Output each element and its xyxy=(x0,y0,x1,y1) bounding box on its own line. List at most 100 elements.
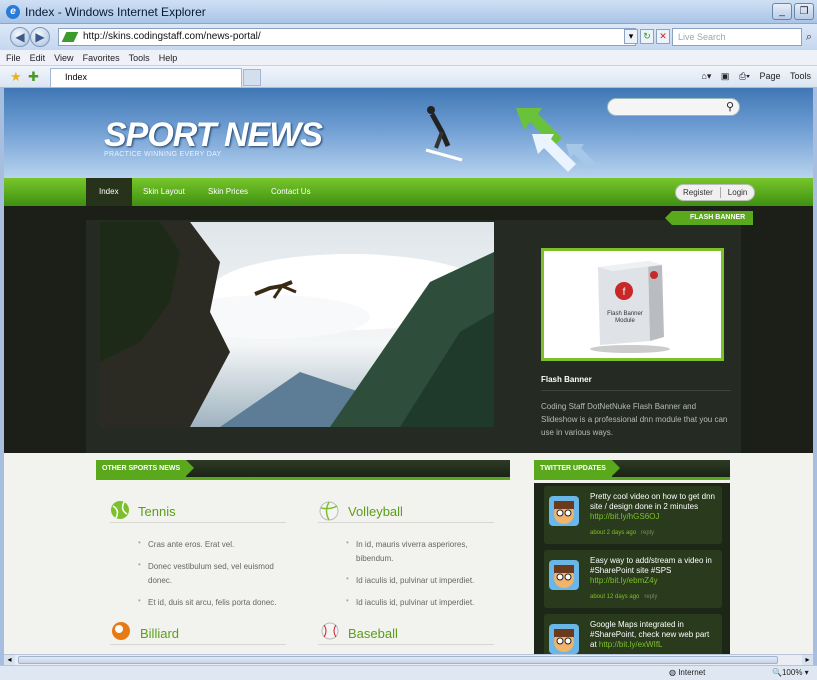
volleyball-icon xyxy=(319,501,339,521)
security-zone[interactable]: ◍ Internet xyxy=(669,668,705,677)
tweet-body: Pretty cool video on how to get dnn site… xyxy=(590,492,715,511)
search-icon[interactable]: ⌕ xyxy=(802,28,816,46)
menu-help[interactable]: Help xyxy=(159,53,178,63)
baseball-icon xyxy=(321,622,339,640)
avatar[interactable] xyxy=(549,560,579,590)
minimize-button[interactable]: _ xyxy=(772,3,792,20)
tweet-link[interactable]: http://bit.ly/exWIfL xyxy=(599,640,663,649)
window-titlebar: e Index - Windows Internet Explorer _ ❐ xyxy=(0,0,817,24)
search-icon[interactable]: ⚲ xyxy=(726,100,734,113)
address-dropdown-button[interactable]: ▾ xyxy=(624,29,638,44)
scroll-left-arrow[interactable]: ◂ xyxy=(4,655,15,665)
site-logo[interactable]: SPORT NEWS xyxy=(104,116,323,155)
tools-menu[interactable]: Tools xyxy=(790,71,811,81)
flash-banner-image[interactable]: f Flash Banner Module xyxy=(541,248,724,361)
divider xyxy=(110,644,286,645)
tweet-item: Easy way to add/stream a video in #Share… xyxy=(544,550,722,608)
category-title[interactable]: Billiard xyxy=(140,626,179,641)
login-link[interactable]: Login xyxy=(721,185,755,200)
menu-view[interactable]: View xyxy=(54,53,73,63)
print-icon[interactable]: ⎙▾ xyxy=(739,71,750,81)
tweet-time[interactable]: about 12 days ago xyxy=(590,594,639,600)
nav-skin-prices[interactable]: Skin Prices xyxy=(195,178,261,206)
back-button[interactable]: ◀ xyxy=(10,27,30,47)
live-search-input[interactable]: Live Search xyxy=(672,28,802,46)
list-item[interactable]: Cras ante eros. Erat vel. xyxy=(138,536,298,552)
window-frame-right xyxy=(813,88,817,665)
new-tab-button[interactable] xyxy=(243,69,261,86)
url-text: http://skins.codingstaff.com/news-portal… xyxy=(83,31,261,42)
nav-contact-us[interactable]: Contact Us xyxy=(258,178,324,206)
billiard-ball-icon xyxy=(112,622,130,640)
snowboarder-image xyxy=(425,106,463,162)
site-favicon-icon xyxy=(61,32,79,42)
avatar[interactable] xyxy=(549,624,579,654)
feeds-icon[interactable]: ▣ xyxy=(721,71,730,81)
reply-link[interactable]: reply xyxy=(644,594,657,600)
scroll-right-arrow[interactable]: ▸ xyxy=(802,655,813,665)
forward-button[interactable]: ▶ xyxy=(30,27,50,47)
home-icon[interactable]: ⌂▾ xyxy=(701,71,711,81)
category-title[interactable]: Volleyball xyxy=(348,504,403,519)
hero-image[interactable] xyxy=(100,222,494,427)
tennis-list: Cras ante eros. Erat vel. Donec vestibul… xyxy=(138,536,298,618)
url-field[interactable]: http://skins.codingstaff.com/news-portal… xyxy=(58,28,636,46)
menu-file[interactable]: File xyxy=(6,53,21,63)
address-bar: ◀ ▶ http://skins.codingstaff.com/news-po… xyxy=(0,24,817,50)
list-item[interactable]: Et id, duis sit arcu, felis porta donec. xyxy=(138,594,298,610)
main-nav: Index Skin Layout Skin Prices Contact Us… xyxy=(4,178,813,206)
page-viewport: SPORT NEWS PRACTICE WINNING EVERY DAY ⚲ … xyxy=(4,88,813,654)
register-link[interactable]: Register xyxy=(676,185,720,200)
list-item[interactable]: Id iaculis id, pulvinar ut imperdiet. xyxy=(346,594,506,610)
tweet-text: Google Maps integrated in #SharePoint, c… xyxy=(590,620,718,650)
scroll-thumb[interactable] xyxy=(18,656,778,664)
tweet-text: Pretty cool video on how to get dnn site… xyxy=(590,492,718,522)
zoom-label: 100% xyxy=(781,668,803,677)
menu-edit[interactable]: Edit xyxy=(30,53,46,63)
horizontal-scrollbar[interactable]: ◂ ▸ xyxy=(4,654,813,665)
avatar[interactable] xyxy=(549,496,579,526)
flash-divider xyxy=(541,390,731,391)
tweet-body: Easy way to add/stream a video in #Share… xyxy=(590,556,712,575)
category-title[interactable]: Baseball xyxy=(348,626,398,641)
menu-tools[interactable]: Tools xyxy=(129,53,150,63)
menu-favorites[interactable]: Favorites xyxy=(83,53,120,63)
tweet-link[interactable]: http://bit.ly/ebmZ4y xyxy=(590,576,658,585)
list-item[interactable]: In id, mauris viverra asperiores, bibend… xyxy=(346,536,506,566)
page-menu[interactable]: Page xyxy=(759,71,780,81)
nav-index[interactable]: Index xyxy=(86,178,132,206)
refresh-button[interactable]: ↻ xyxy=(640,29,654,44)
tweet-meta: about 12 days ago reply xyxy=(590,594,657,600)
tennis-ball-icon xyxy=(111,501,129,519)
tab-index[interactable]: Index xyxy=(50,68,242,87)
stop-button[interactable]: ✕ xyxy=(656,29,670,44)
category-title[interactable]: Tennis xyxy=(138,504,176,519)
tweet-meta: about 2 days ago reply xyxy=(590,530,654,536)
tweet-text: Easy way to add/stream a video in #Share… xyxy=(590,556,718,586)
divider xyxy=(318,522,494,523)
tweet-item: Google Maps integrated in #SharePoint, c… xyxy=(544,614,722,654)
status-bar: ◍ Internet 🔍100% ▾ xyxy=(0,665,817,680)
site-search-input[interactable]: ⚲ xyxy=(607,98,740,116)
nav-skin-layout[interactable]: Skin Layout xyxy=(130,178,198,206)
tweet-time[interactable]: about 2 days ago xyxy=(590,530,636,536)
auth-pill: Register Login xyxy=(675,184,756,201)
tweet-item: Pretty cool video on how to get dnn site… xyxy=(544,486,722,544)
flash-banner-title[interactable]: Flash Banner xyxy=(541,375,592,384)
ie-logo-icon: e xyxy=(6,5,20,19)
software-box-icon: f Flash Banner Module xyxy=(590,261,670,353)
twitter-title: TWITTER UPDATES xyxy=(534,460,620,477)
zoom-level[interactable]: 🔍100% ▾ xyxy=(772,668,809,677)
svg-text:f: f xyxy=(623,287,626,298)
box-label-2: Module xyxy=(615,318,635,324)
reply-link[interactable]: reply xyxy=(641,530,654,536)
favorites-star-icon[interactable]: ★ xyxy=(10,69,22,85)
tweet-link[interactable]: http://bit.ly/hGS6OJ xyxy=(590,512,659,521)
add-favorite-icon[interactable]: ✚ xyxy=(28,69,39,85)
flash-banner-description: Coding Staff DotNetNuke Flash Banner and… xyxy=(541,402,728,437)
list-item[interactable]: Id iaculis id, pulvinar ut imperdiet. xyxy=(346,572,506,588)
site-tagline: PRACTICE WINNING EVERY DAY xyxy=(104,151,222,158)
twitter-header: TWITTER UPDATES xyxy=(534,460,730,480)
list-item[interactable]: Donec vestibulum sed, vel euismod donec. xyxy=(138,558,298,588)
maximize-button[interactable]: ❐ xyxy=(794,3,814,20)
